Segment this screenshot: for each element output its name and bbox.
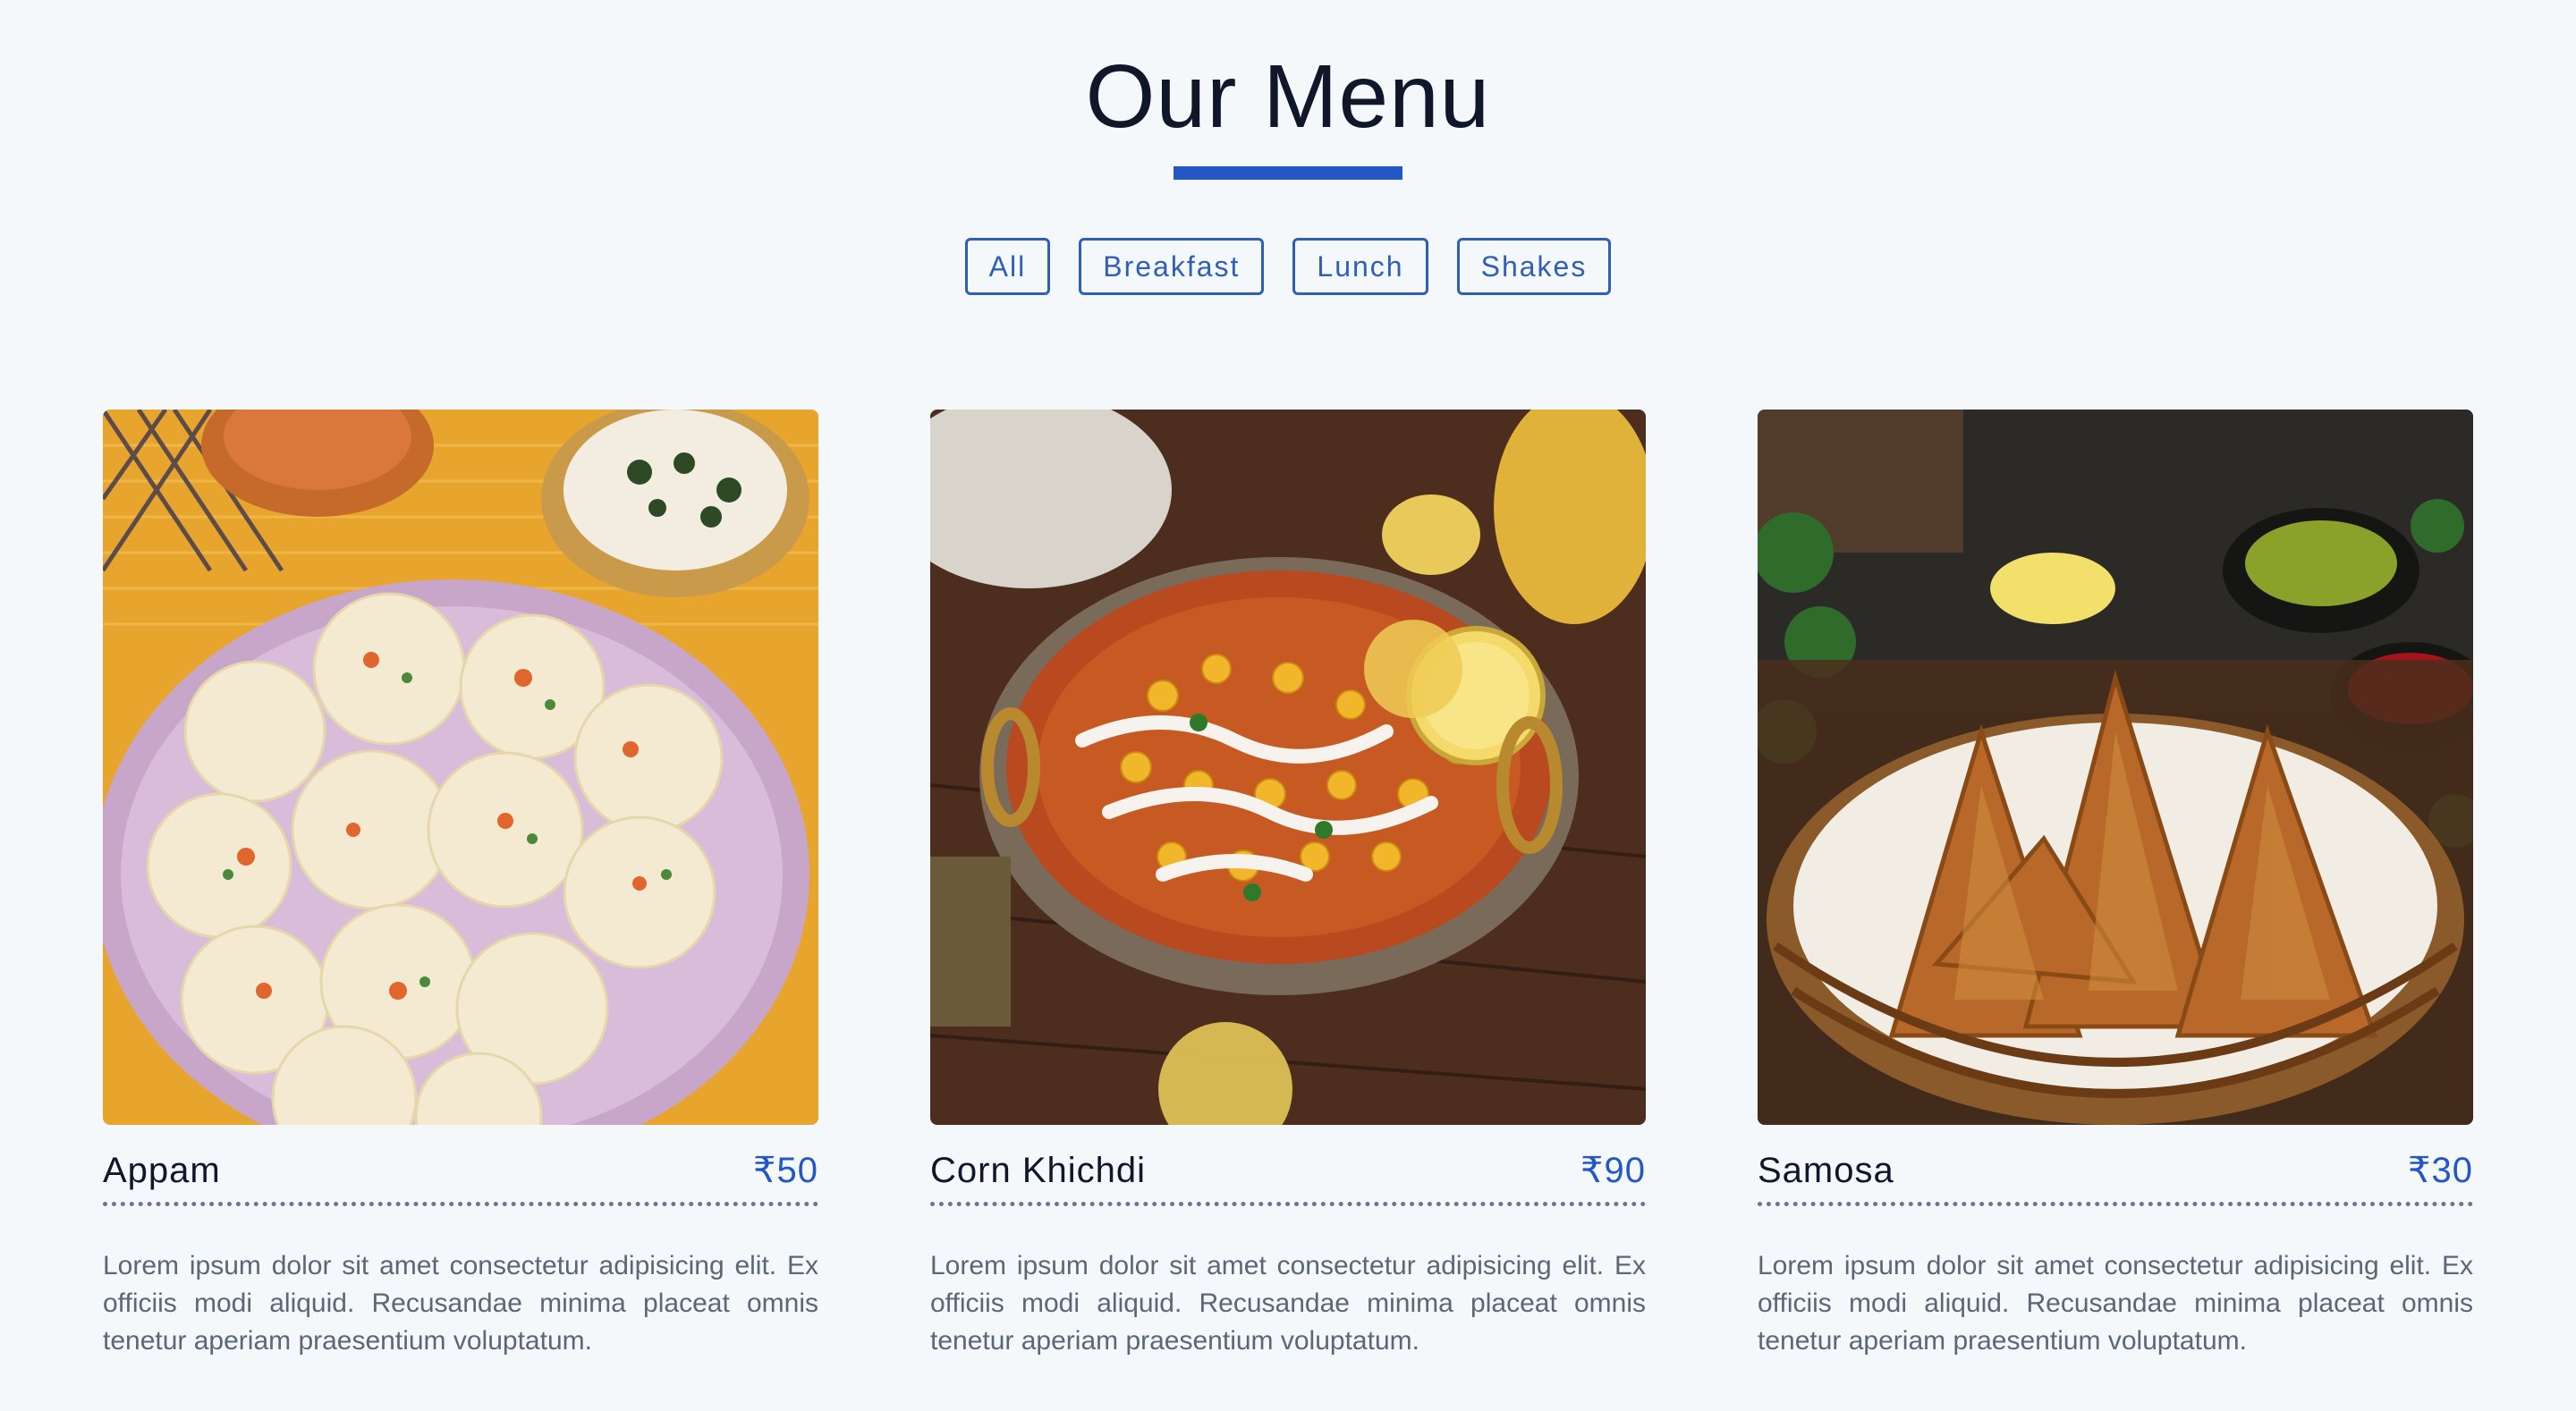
appam-plate-image — [103, 410, 818, 1125]
samosa-basket-image — [1758, 410, 2473, 1125]
menu-item-price: ₹50 — [753, 1151, 818, 1190]
menu-item-card: Samosa ₹30 Lorem ipsum dolor sit amet co… — [1758, 410, 2473, 1387]
menu-item-price: ₹30 — [2408, 1151, 2473, 1190]
menu-item-card: Corn Khichdi ₹90 Lorem ipsum dolor sit a… — [930, 410, 1646, 1387]
filter-lunch-button[interactable]: Lunch — [1292, 238, 1428, 295]
filter-all-button[interactable]: All — [964, 238, 1051, 295]
page-title: Our Menu — [1085, 46, 1491, 147]
menu-item-description: Lorem ipsum dolor sit amet consectetur a… — [103, 1251, 818, 1356]
menu-item-name: Corn Khichdi — [930, 1151, 1147, 1190]
filter-bar: All Breakfast Lunch Shakes — [0, 238, 2576, 295]
menu-item-header: Appam ₹50 — [103, 1150, 818, 1206]
menu-item-name: Appam — [103, 1151, 221, 1190]
menu-item-card: Appam ₹50 Lorem ipsum dolor sit amet con… — [103, 410, 818, 1387]
menu-page: Our Menu All Breakfast Lunch Shakes Appa… — [0, 0, 2576, 1411]
title-underline — [1174, 166, 1402, 180]
menu-item-header: Corn Khichdi ₹90 — [930, 1150, 1646, 1206]
menu-item-description: Lorem ipsum dolor sit amet consectetur a… — [1758, 1251, 2473, 1356]
corn-khichdi-bowl-image — [930, 410, 1646, 1125]
filter-breakfast-button[interactable]: Breakfast — [1079, 238, 1265, 295]
menu-item-header: Samosa ₹30 — [1758, 1150, 2473, 1206]
filter-shakes-button[interactable]: Shakes — [1456, 238, 1612, 295]
menu-item-price: ₹90 — [1580, 1151, 1646, 1190]
menu-item-name: Samosa — [1758, 1151, 1894, 1190]
menu-item-description: Lorem ipsum dolor sit amet consectetur a… — [930, 1251, 1646, 1356]
